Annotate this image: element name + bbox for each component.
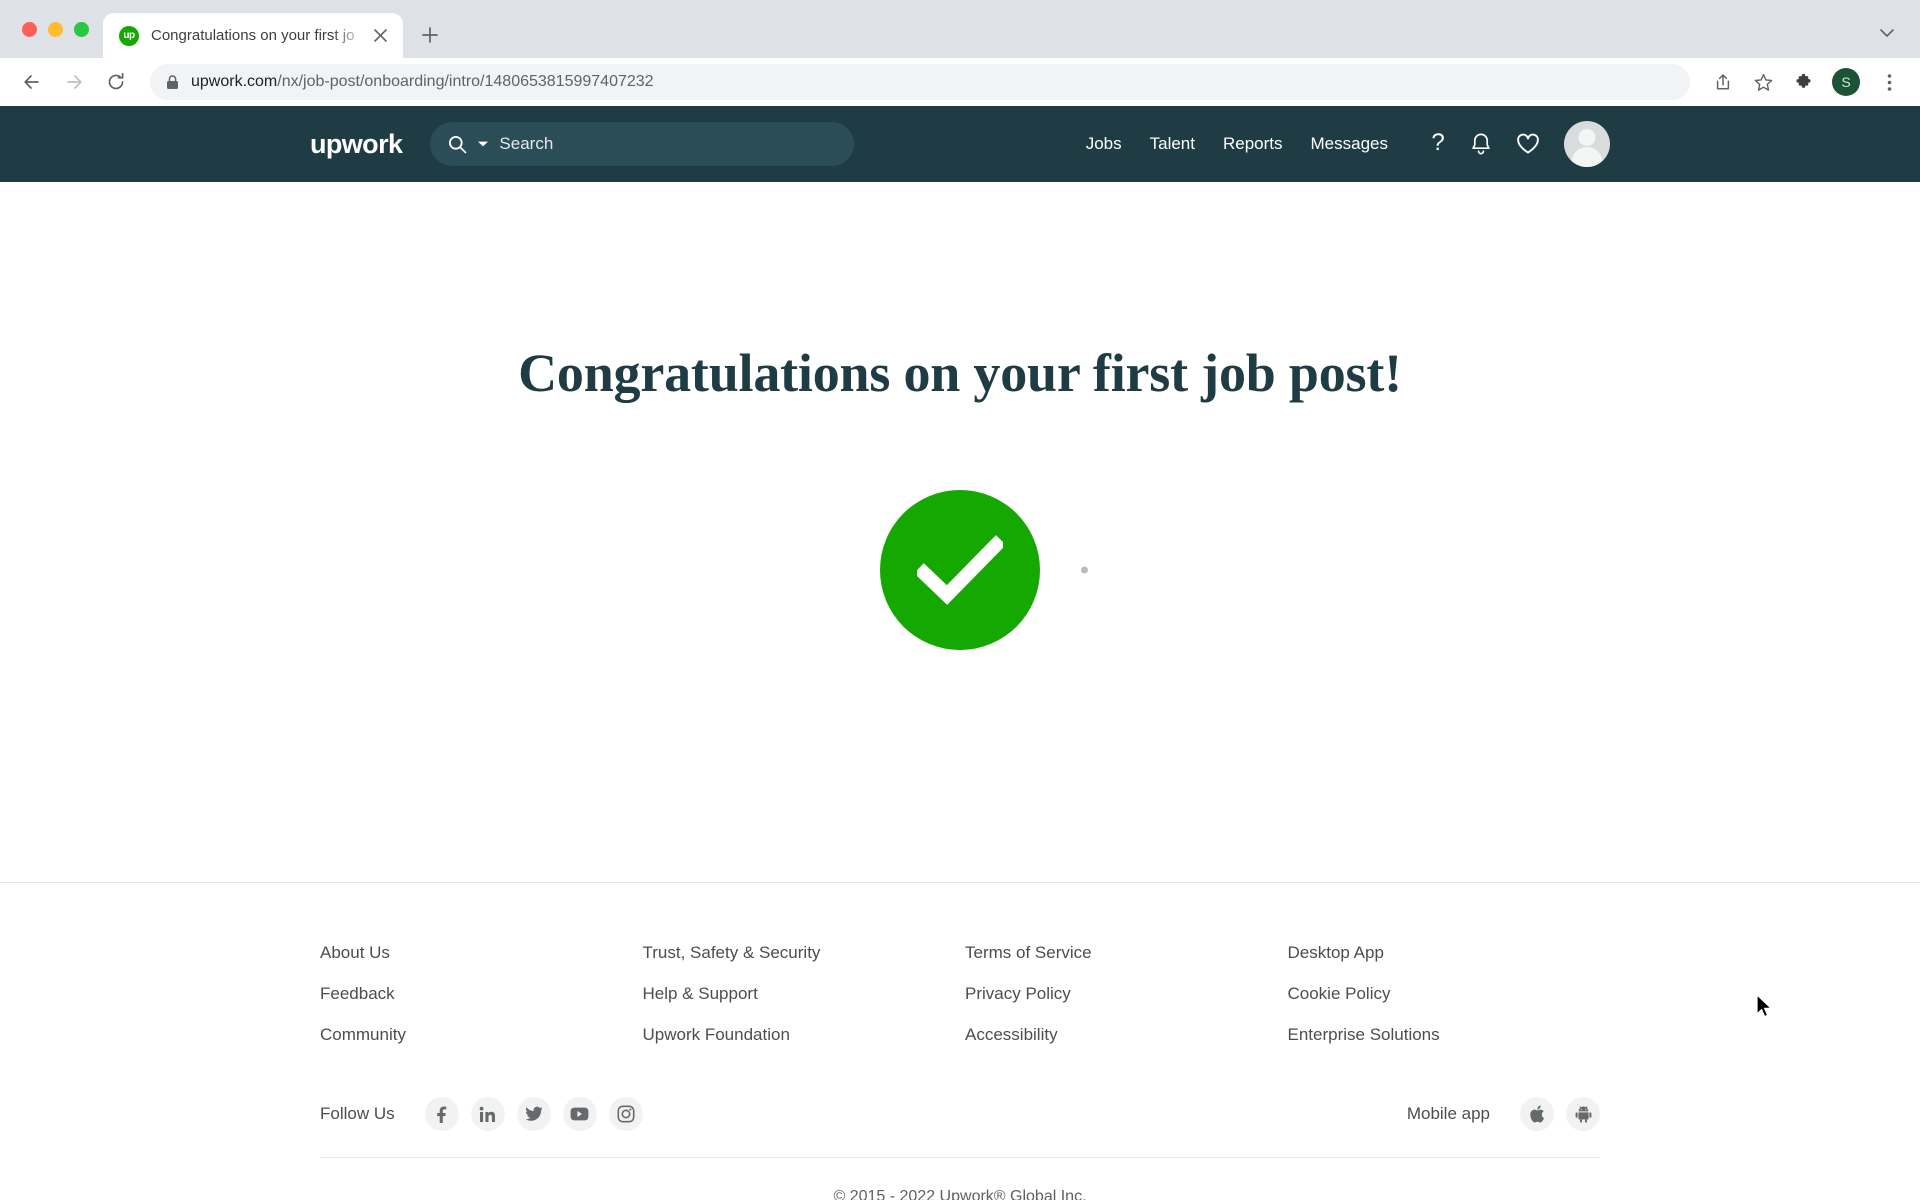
copyright-text: © 2015 - 2022 Upwork® Global Inc.	[833, 1188, 1087, 1200]
close-window-button[interactable]	[22, 21, 37, 37]
success-indicator	[880, 490, 1088, 650]
nav-link-messages[interactable]: Messages	[1311, 134, 1388, 154]
browser-tab[interactable]: up Congratulations on your first jo	[103, 13, 403, 58]
footer-link-accessibility[interactable]: Accessibility	[965, 1025, 1278, 1045]
minimize-window-button[interactable]	[48, 21, 63, 37]
share-icon[interactable]	[1706, 65, 1740, 99]
address-bar-url: upwork.com/nx/job-post/onboarding/intro/…	[191, 73, 654, 91]
footer-link-cookie-policy[interactable]: Cookie Policy	[1288, 984, 1601, 1004]
new-tab-button[interactable]	[413, 18, 447, 52]
footer-column-2: Trust, Safety & Security Help & Support …	[643, 943, 956, 1045]
browser-profile-avatar[interactable]: S	[1832, 68, 1860, 96]
forward-arrow-icon[interactable]	[56, 64, 92, 100]
linkedin-icon[interactable]	[470, 1097, 505, 1131]
avatar[interactable]	[1564, 121, 1610, 167]
footer-link-help-support[interactable]: Help & Support	[643, 984, 956, 1004]
browser-window: up Congratulations on your first jo upwo…	[0, 0, 1920, 1200]
mobile-app-group: Mobile app	[1407, 1097, 1600, 1131]
footer-link-about-us[interactable]: About Us	[320, 943, 633, 963]
footer-column-1: About Us Feedback Community	[320, 943, 633, 1045]
maximize-window-button[interactable]	[74, 21, 89, 37]
url-path: /nx/job-post/onboarding/intro/1480653815…	[277, 73, 654, 90]
nav-link-jobs[interactable]: Jobs	[1086, 134, 1122, 154]
footer-link-privacy-policy[interactable]: Privacy Policy	[965, 984, 1278, 1004]
footer-link-columns: About Us Feedback Community Trust, Safet…	[320, 943, 1600, 1045]
follow-us-label: Follow Us	[320, 1104, 395, 1123]
footer-link-upwork-foundation[interactable]: Upwork Foundation	[643, 1025, 956, 1045]
social-icon-group	[424, 1097, 643, 1131]
footer-link-trust-safety-security[interactable]: Trust, Safety & Security	[643, 943, 956, 963]
twitter-icon[interactable]	[516, 1097, 551, 1131]
tab-strip: up Congratulations on your first jo	[0, 0, 1920, 58]
reload-icon[interactable]	[98, 64, 134, 100]
puzzle-icon[interactable]	[1786, 65, 1820, 99]
site-header: upwork Search Jobs Talent Reports Messag…	[0, 106, 1920, 182]
nav-icon-group: ?	[1430, 121, 1610, 167]
footer-link-feedback[interactable]: Feedback	[320, 984, 633, 1004]
chevron-down-icon[interactable]	[477, 140, 489, 148]
address-bar[interactable]: upwork.com/nx/job-post/onboarding/intro/…	[150, 64, 1690, 100]
mobile-icon-group	[1520, 1097, 1600, 1131]
instagram-icon[interactable]	[608, 1097, 643, 1131]
lock-icon	[166, 74, 179, 90]
main-content: Congratulations on your first job post!	[0, 182, 1920, 882]
loading-dot	[1081, 566, 1088, 574]
footer-link-desktop-app[interactable]: Desktop App	[1288, 943, 1601, 963]
footer-link-enterprise-solutions[interactable]: Enterprise Solutions	[1288, 1025, 1601, 1045]
mobile-app-label: Mobile app	[1406, 1104, 1490, 1123]
search-input[interactable]: Search	[430, 122, 855, 166]
tab-list-chevron-icon[interactable]	[1870, 16, 1904, 50]
upwork-logo[interactable]: upwork	[310, 129, 403, 160]
tab-title: Congratulations on your first jo	[151, 27, 355, 44]
footer-social-row: Follow Us Mobile app	[320, 1097, 1600, 1158]
url-domain: upwork.com	[191, 73, 278, 90]
nav-link-reports[interactable]: Reports	[1223, 134, 1283, 154]
search-placeholder-text: Search	[499, 134, 554, 153]
nav-link-talent[interactable]: Talent	[1150, 134, 1195, 154]
apple-icon[interactable]	[1520, 1097, 1554, 1131]
saved-heart-icon[interactable]	[1516, 133, 1540, 155]
three-dot-menu-icon[interactable]	[1872, 65, 1906, 99]
close-tab-icon[interactable]	[367, 23, 393, 49]
footer-link-community[interactable]: Community	[320, 1025, 633, 1045]
upwork-favicon: up	[119, 25, 139, 46]
primary-nav: Jobs Talent Reports Messages	[1086, 134, 1388, 154]
back-arrow-icon[interactable]	[14, 64, 50, 100]
site-footer: About Us Feedback Community Trust, Safet…	[0, 883, 1920, 1200]
green-checkmark-icon	[880, 490, 1040, 650]
star-icon[interactable]	[1746, 65, 1780, 99]
footer-link-terms-of-service[interactable]: Terms of Service	[965, 943, 1278, 963]
facebook-icon[interactable]	[424, 1097, 459, 1131]
footer-column-3: Terms of Service Privacy Policy Accessib…	[965, 943, 1278, 1045]
help-icon[interactable]: ?	[1430, 131, 1446, 157]
android-icon[interactable]	[1566, 1097, 1600, 1131]
search-icon	[448, 135, 467, 154]
notifications-bell-icon[interactable]	[1470, 132, 1492, 156]
svg-text:?: ?	[1431, 131, 1444, 156]
footer-column-4: Desktop App Cookie Policy Enterprise Sol…	[1288, 943, 1601, 1045]
window-traffic-lights	[14, 0, 103, 58]
youtube-icon[interactable]	[562, 1097, 597, 1131]
browser-toolbar: upwork.com/nx/job-post/onboarding/intro/…	[0, 58, 1920, 106]
page-title: Congratulations on your first job post!	[518, 343, 1402, 403]
